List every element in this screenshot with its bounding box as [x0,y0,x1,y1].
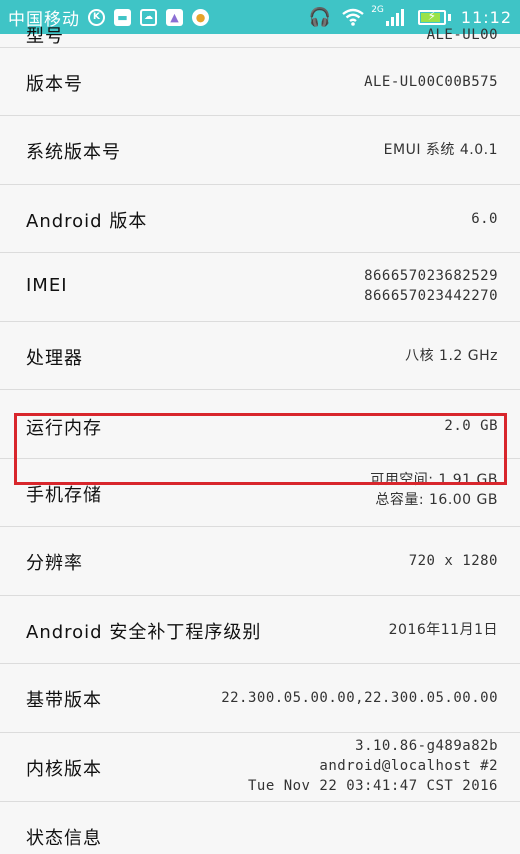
list-item-imei[interactable]: IMEI 866657023682529 866657023442270 [0,253,520,322]
row-value: EMUI 系统 4.0.1 [383,142,498,158]
row-label: Android 安全补丁程序级别 [26,622,262,643]
cloud-icon: ☁ [140,8,157,26]
gallery-icon: ▲ [166,8,183,26]
list-item-resolution[interactable]: 分辨率 720 x 1280 [0,527,520,596]
list-item-security-patch[interactable]: Android 安全补丁程序级别 2016年11月1日 [0,596,520,664]
network-type: 2G [371,5,384,15]
list-item-ram[interactable]: 运行内存 2.0 GB [0,390,520,459]
row-value-line2: android@localhost #2 [319,758,498,774]
signal-icon [385,8,406,26]
row-value: ALE-UL00C00B575 [364,74,498,90]
charging-icon: ⚡ [427,8,437,23]
row-label: 状态信息 [26,828,102,849]
map-icon: ● [192,8,209,26]
row-value-line2: 866657023442270 [364,288,498,304]
row-value-line2: 总容量: 16.00 GB [375,492,498,508]
k-icon: K [88,8,105,26]
list-item-baseband-version[interactable]: 基带版本 22.300.05.00.00,22.300.05.00.00 [0,664,520,733]
row-label: 内核版本 [26,759,102,780]
row-value: 八核 1.2 GHz [405,348,498,364]
row-value: 2.0 GB [444,418,498,434]
list-item-system-version[interactable]: 系统版本号 EMUI 系统 4.0.1 [0,116,520,185]
list-item-status[interactable]: 状态信息 [0,802,520,849]
battery-tip [447,13,451,21]
row-label: 型号 [26,26,64,47]
row-value: 6.0 [471,211,498,227]
row-label: 运行内存 [26,418,102,439]
row-label: IMEI [26,275,68,296]
row-value: 22.300.05.00.00,22.300.05.00.00 [221,690,498,706]
list-item-model[interactable]: 型号 ALE-UL00 [0,26,520,48]
row-value: 720 x 1280 [408,553,498,569]
message-icon: ▬ [114,8,131,26]
row-value: ALE-UL00 [426,27,498,43]
wifi-icon [342,8,364,26]
headset-icon: 🎧 [308,6,332,28]
row-value: 2016年11月1日 [388,622,498,638]
clock: 11:12 [460,7,512,27]
row-value-line1: 866657023682529 [364,268,498,284]
list-item-android-version[interactable]: Android 版本 6.0 [0,185,520,253]
list-item-kernel-version[interactable]: 内核版本 3.10.86-g489a82b android@localhost … [0,733,520,802]
row-label: 处理器 [26,348,83,369]
battery-icon: ⚡ [417,8,446,25]
row-value-line3: Tue Nov 22 03:41:47 CST 2016 [247,778,498,794]
row-label: 手机存储 [26,485,102,506]
row-label: 分辨率 [26,553,83,574]
row-label: 系统版本号 [26,142,121,163]
row-label: 基带版本 [26,690,102,711]
list-item-processor[interactable]: 处理器 八核 1.2 GHz [0,322,520,390]
row-label: Android 版本 [26,211,148,232]
about-phone-list: 型号 ALE-UL00 版本号 ALE-UL00C00B575 系统版本号 EM… [0,26,520,849]
list-item-storage[interactable]: 手机存储 可用空间: 1.91 GB 总容量: 16.00 GB [0,459,520,527]
list-item-build-number[interactable]: 版本号 ALE-UL00C00B575 [0,48,520,116]
row-value-line1: 可用空间: 1.91 GB [370,472,498,488]
row-label: 版本号 [26,74,83,95]
row-value-line1: 3.10.86-g489a82b [355,738,498,754]
